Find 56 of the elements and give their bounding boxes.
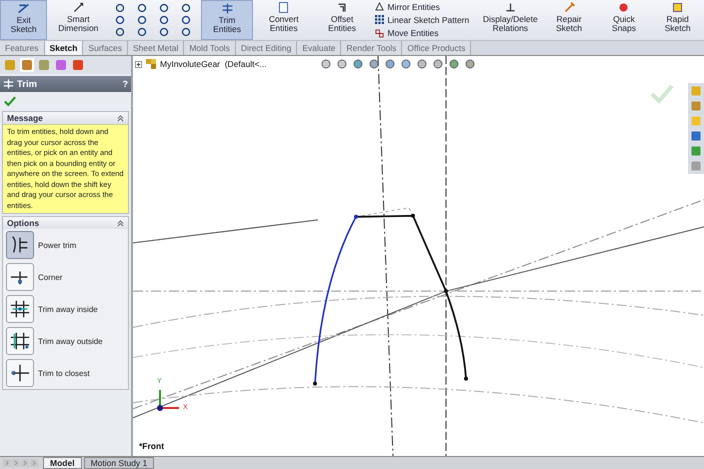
collapse-icon[interactable] xyxy=(117,114,124,122)
group-title: Message xyxy=(7,113,43,123)
ribbon-tab[interactable]: Render Tools xyxy=(341,41,402,55)
option-button[interactable] xyxy=(6,327,34,355)
trim-outside-icon xyxy=(9,330,31,352)
toolbar-button[interactable]: Convert Entities xyxy=(254,0,313,40)
option-button[interactable] xyxy=(6,231,34,259)
option-label: Trim to closest xyxy=(38,368,90,378)
checkmark-icon[interactable] xyxy=(4,96,16,107)
grid-icon xyxy=(375,15,384,24)
collapse-icon[interactable] xyxy=(117,220,124,226)
toolbar-button[interactable]: Linear Sketch Pattern xyxy=(375,14,476,25)
option-button[interactable] xyxy=(6,295,34,323)
ribbon-tab[interactable]: Evaluate xyxy=(297,41,342,55)
bottom-tab[interactable]: Model xyxy=(43,457,82,469)
ribbon-tab[interactable]: Office Products xyxy=(402,41,472,55)
toolbar-button[interactable]: Rapid Sketch xyxy=(651,0,704,40)
property-manager-title: Trim xyxy=(17,78,38,90)
trim-closest-icon xyxy=(9,362,31,384)
option-label: Trim away inside xyxy=(38,304,98,314)
trim-icon xyxy=(3,79,14,89)
ribbon-tab[interactable]: Sketch xyxy=(44,41,84,55)
ribbon-tab[interactable]: Features xyxy=(0,41,45,55)
toolbar-button[interactable]: Move Entities xyxy=(375,28,476,38)
trim-icon xyxy=(220,2,234,15)
expand-icon[interactable] xyxy=(135,60,142,68)
bottom-tab[interactable]: Motion Study 1 xyxy=(84,457,154,469)
toolbar-button[interactable]: Smart Dimension xyxy=(49,0,108,40)
option-label: Trim away outside xyxy=(38,336,103,346)
option-label: Power trim xyxy=(38,240,76,250)
toolbar-button[interactable]: Display/Delete Relations xyxy=(481,0,540,40)
dimension-icon xyxy=(72,1,85,14)
option-button[interactable] xyxy=(6,263,34,291)
relations-icon xyxy=(504,1,517,14)
ribbon-tab[interactable]: Mold Tools xyxy=(184,41,236,55)
confirm-check-icon[interactable] xyxy=(650,84,674,104)
toolbar-button[interactable]: Exit Sketch xyxy=(0,0,48,40)
circle-icon[interactable] xyxy=(137,3,148,13)
help-button[interactable]: ? xyxy=(122,79,128,89)
toolbar-button[interactable]: Repair Sketch xyxy=(541,0,597,40)
view-label: *Front xyxy=(139,441,164,451)
option-label: Corner xyxy=(38,272,62,282)
option-button[interactable] xyxy=(6,359,34,387)
ribbon-tab[interactable]: Direct Editing xyxy=(236,41,298,55)
toolbar-button[interactable]: Trim Entities xyxy=(201,0,253,40)
toolbar-button[interactable]: Offset Entities xyxy=(314,0,370,40)
exit-sketch-icon xyxy=(17,2,30,15)
feature-tree-root[interactable]: MyInvoluteGear (Default<... xyxy=(160,59,267,69)
toolbar-button[interactable]: Mirror Entities xyxy=(375,2,476,12)
move-icon xyxy=(375,28,384,38)
ribbon-tab[interactable]: Sheet Metal xyxy=(128,41,184,55)
trim-inside-icon xyxy=(9,298,31,320)
group-title: Options xyxy=(7,218,40,228)
assembly-icon xyxy=(145,58,157,70)
toolbar-button[interactable]: Quick Snaps xyxy=(598,0,650,40)
ribbon-tab[interactable]: Surfaces xyxy=(83,41,128,55)
